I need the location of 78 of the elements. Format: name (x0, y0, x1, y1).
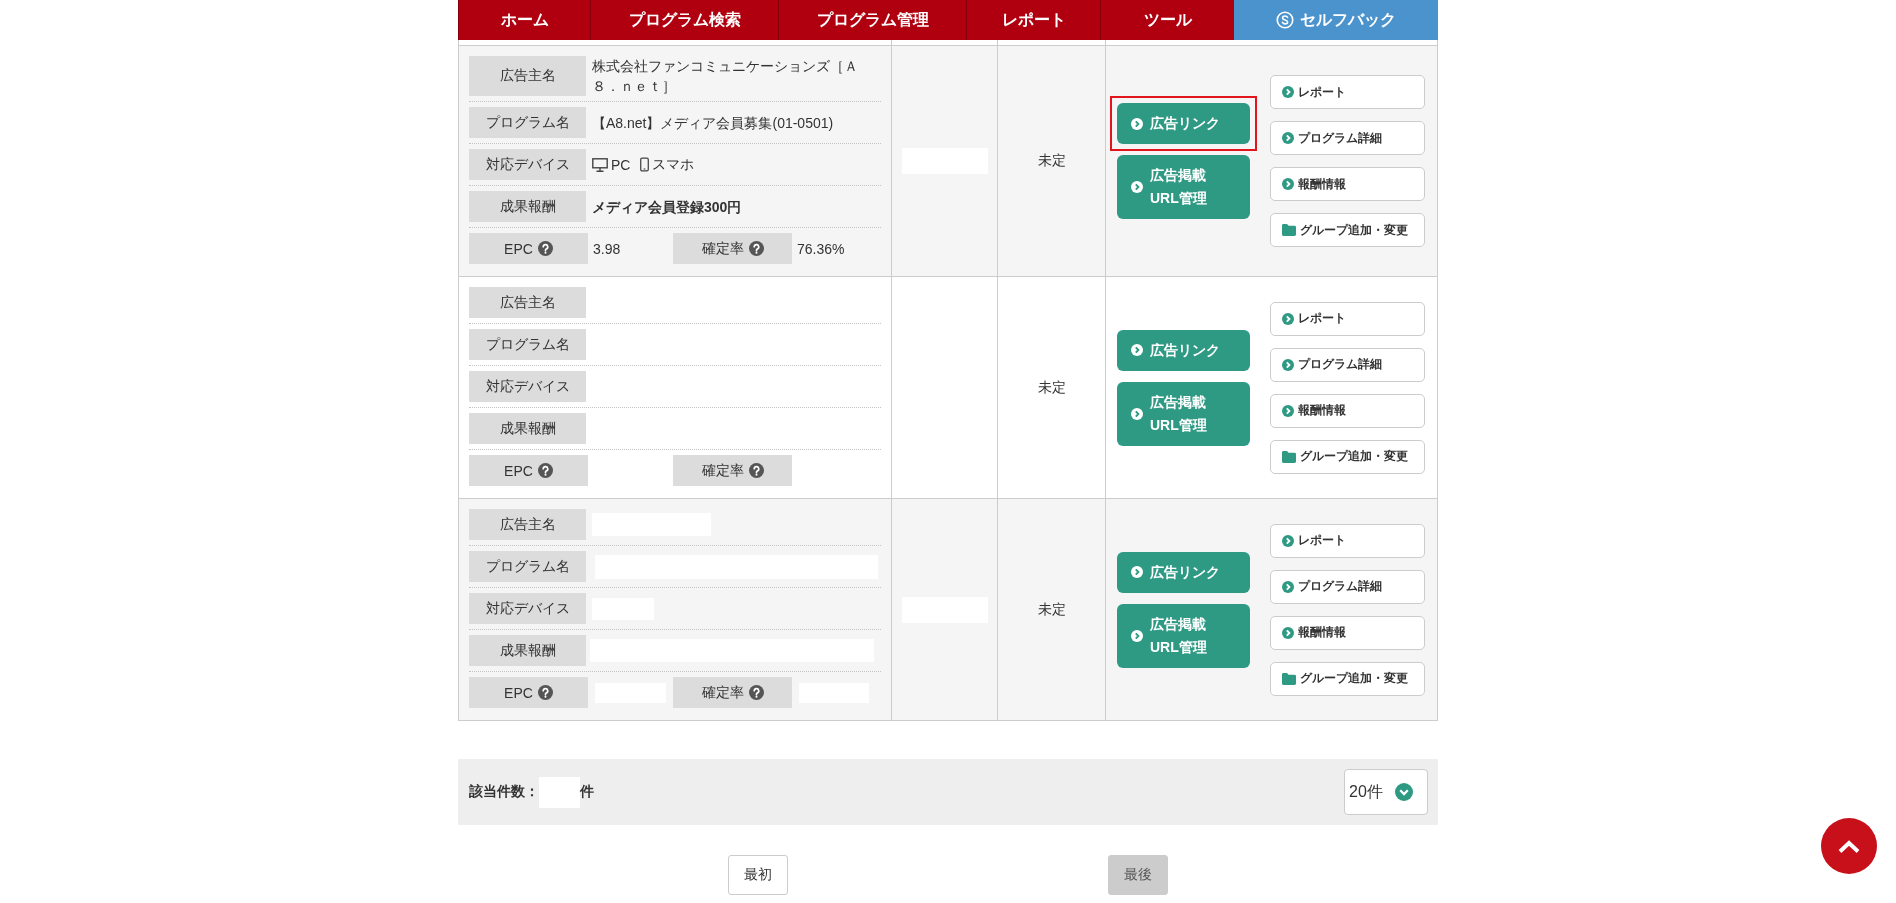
field-label: 対応デバイス (469, 149, 586, 180)
chevron-right-icon (1282, 86, 1294, 98)
help-icon[interactable] (748, 463, 764, 478)
link-button[interactable]: グループ追加・変更 (1270, 661, 1425, 696)
field-label: プログラム名 (469, 107, 586, 138)
help-icon[interactable] (537, 685, 553, 700)
page-button[interactable]: 最初 (728, 855, 788, 895)
help-icon[interactable] (748, 685, 764, 700)
help-icon[interactable] (537, 241, 553, 256)
status-text: 未定 (1037, 152, 1066, 170)
field-label: プログラム名 (469, 329, 586, 360)
field-label: 成果報酬 (469, 635, 586, 666)
chevron-right-icon (1282, 312, 1294, 325)
folder-icon (1282, 224, 1296, 236)
device-label: PC (611, 156, 631, 173)
device-label: スマホ (652, 155, 695, 174)
chevron-right-icon (1282, 132, 1294, 144)
link-button[interactable]: グループ追加・変更 (1270, 439, 1425, 474)
nav-link[interactable]: レポート (966, 0, 1100, 40)
coin-icon (1276, 11, 1294, 29)
chevron-right-icon (1131, 117, 1143, 130)
field-value: 3.98 (593, 239, 621, 259)
field-label: プログラム名 (469, 551, 586, 582)
field-label: EPC (504, 240, 533, 257)
link-button[interactable]: レポート (1270, 75, 1425, 109)
help-icon[interactable] (537, 463, 553, 478)
chevron-right-icon (1282, 358, 1294, 371)
chevron-up-icon (1838, 839, 1860, 853)
chevron-right-icon (1282, 534, 1294, 547)
link-button[interactable]: レポート (1270, 301, 1425, 336)
field-label: 確定率 (701, 461, 744, 480)
status-text: 未定 (1037, 600, 1066, 619)
per-page-select[interactable]: 20件 (1344, 769, 1428, 815)
chevron-right-icon (1282, 580, 1294, 593)
link-button[interactable]: レポート (1270, 523, 1425, 558)
field-label: 広告主名 (469, 56, 586, 96)
folder-icon (1282, 450, 1296, 463)
monitor-icon (592, 157, 608, 172)
field-value: 【A8.net】メディア会員募集(01-0501) (592, 113, 834, 133)
field-value: 76.36% (797, 239, 845, 259)
chevron-right-icon (1131, 181, 1143, 193)
field-label: 対応デバイス (469, 371, 586, 402)
field-value: 株式会社ファンコミュニケーションズ［Ａ８．ｎｅｔ］ (592, 57, 859, 96)
chevron-right-icon (1131, 629, 1143, 642)
chevron-down-icon (1395, 783, 1413, 801)
field-label: EPC (504, 684, 533, 701)
field-label: 広告主名 (469, 287, 586, 318)
chevron-right-icon (1131, 566, 1143, 578)
link-button[interactable]: プログラム詳細 (1270, 569, 1425, 604)
help-icon[interactable] (748, 241, 764, 256)
nav-link[interactable]: プログラム検索 (590, 0, 778, 40)
nav-link[interactable]: プログラム管理 (778, 0, 966, 40)
smartphone-icon (640, 157, 650, 172)
result-count-label: 該当件数： (469, 783, 539, 801)
chevron-right-icon (1282, 626, 1294, 639)
link-button[interactable]: プログラム詳細 (1270, 121, 1425, 155)
chevron-right-icon (1282, 404, 1294, 417)
scroll-top-button[interactable] (1821, 818, 1877, 874)
link-button[interactable]: プログラム詳細 (1270, 347, 1425, 382)
folder-icon (1282, 672, 1296, 685)
nav-link[interactable]: ホーム (458, 0, 590, 40)
status-text: 未定 (1037, 378, 1066, 397)
chevron-right-icon (1131, 407, 1143, 420)
chevron-right-icon (1131, 344, 1143, 356)
link-button[interactable]: 報酬情報 (1270, 167, 1425, 201)
link-button[interactable]: 報酬情報 (1270, 615, 1425, 650)
field-label: 確定率 (701, 239, 744, 258)
field-label: 成果報酬 (469, 191, 586, 222)
result-count-unit: 件 (580, 783, 594, 801)
field-label: 確定率 (701, 683, 744, 702)
field-value: メディア会員登録300円 (592, 197, 742, 217)
field-label: 広告主名 (469, 509, 586, 540)
field-label: 対応デバイス (469, 593, 586, 624)
field-label: EPC (504, 462, 533, 479)
field-label: 成果報酬 (469, 413, 586, 444)
chevron-right-icon (1282, 178, 1294, 190)
link-button[interactable]: 報酬情報 (1270, 393, 1425, 428)
link-button[interactable]: グループ追加・変更 (1270, 213, 1425, 247)
